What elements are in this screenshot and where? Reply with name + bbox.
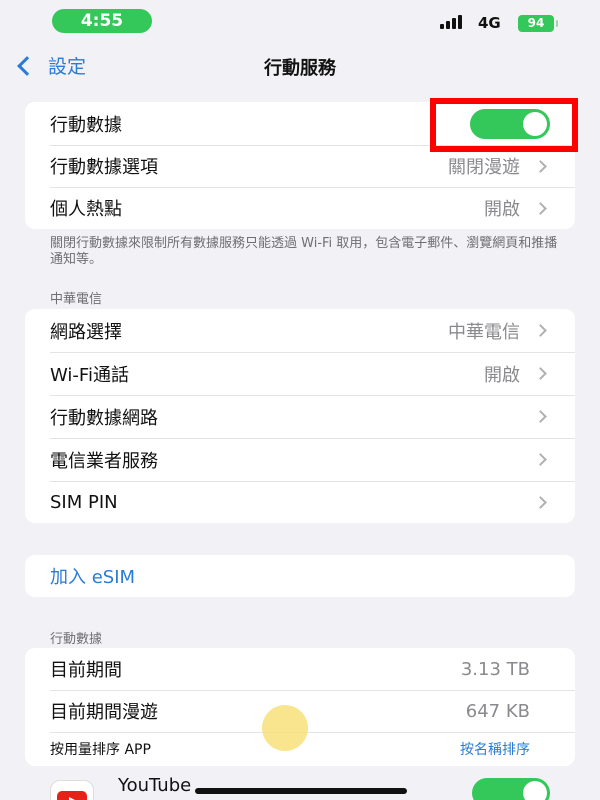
battery-icon: 94	[518, 15, 558, 32]
home-indicator[interactable]	[195, 788, 407, 794]
sort-label: 按用量排序 APP	[50, 742, 151, 758]
row-label: 電信業者服務	[50, 450, 158, 472]
row-label: 行動數據	[50, 114, 122, 136]
row-cellular-network[interactable]: 行動數據網路	[25, 395, 575, 438]
network-type: 4G	[478, 14, 501, 32]
row-value: 開啟	[484, 364, 520, 386]
row-current-period: 目前期間 3.13 TB	[25, 648, 575, 690]
carrier-group: 網路選擇 中華電信 Wi-Fi通話 開啟 行動數據網路 電信業者服務 SIM P…	[25, 309, 575, 523]
chevron-right-icon	[534, 453, 547, 466]
usage-section-header: 行動數據	[50, 632, 103, 647]
watermark-logo	[262, 705, 308, 751]
chevron-right-icon	[534, 159, 547, 173]
chevron-right-icon	[534, 495, 547, 509]
row-network-selection[interactable]: 網路選擇 中華電信	[25, 309, 575, 352]
row-label: SIM PIN	[50, 491, 118, 513]
row-label: Wi-Fi通話	[50, 364, 129, 386]
carrier-section-header: 中華電信	[50, 292, 103, 307]
row-value: 關閉漫遊	[448, 157, 520, 178]
add-esim-button[interactable]: 加入 eSIM	[25, 555, 575, 597]
chevron-right-icon	[534, 324, 547, 337]
youtube-app-icon	[50, 780, 94, 800]
row-carrier-services[interactable]: 電信業者服務	[25, 438, 575, 481]
battery-level: 94	[527, 16, 545, 30]
esim-group: 加入 eSIM	[25, 555, 575, 597]
sort-by-name-link[interactable]: 按名稱排序	[460, 739, 530, 759]
row-label: 目前期間漫遊	[50, 702, 158, 723]
row-sim-pin[interactable]: SIM PIN	[25, 481, 575, 523]
row-value: 中華電信	[448, 321, 520, 343]
row-label: 網路選擇	[50, 321, 122, 343]
nav-bar: 設定 行動服務	[0, 46, 600, 86]
row-label: 行動數據選項	[50, 157, 158, 178]
app-name: YouTube	[118, 775, 192, 796]
youtube-data-toggle[interactable]	[472, 778, 550, 800]
row-personal-hotspot[interactable]: 個人熱點 開啟	[25, 187, 575, 229]
row-label: 目前期間	[50, 660, 122, 681]
page-title: 行動服務	[264, 58, 336, 79]
status-bar: 4:55 4G 94	[0, 0, 600, 44]
highlight-annotation	[430, 98, 578, 152]
row-wifi-calling[interactable]: Wi-Fi通話 開啟	[25, 352, 575, 395]
chevron-right-icon	[534, 410, 547, 423]
row-value: 開啟	[484, 199, 520, 220]
toggle-knob	[523, 781, 547, 800]
signal-icon	[440, 15, 462, 29]
row-value: 647 KB	[465, 700, 530, 722]
status-time: 4:55	[52, 9, 152, 33]
row-label: 個人熱點	[50, 199, 122, 220]
cellular-footer-note: 關閉行動數據來限制所有數據服務只能透過 Wi-Fi 取用，包含電子郵件、瀏覽網頁…	[50, 236, 558, 267]
row-value: 3.13 TB	[460, 658, 530, 680]
usage-group: 目前期間 3.13 TB 目前期間漫遊 647 KB 按用量排序 APP 按名稱…	[25, 648, 575, 766]
chevron-right-icon	[534, 367, 547, 380]
row-label: 行動數據網路	[50, 407, 158, 429]
chevron-right-icon	[534, 201, 547, 215]
